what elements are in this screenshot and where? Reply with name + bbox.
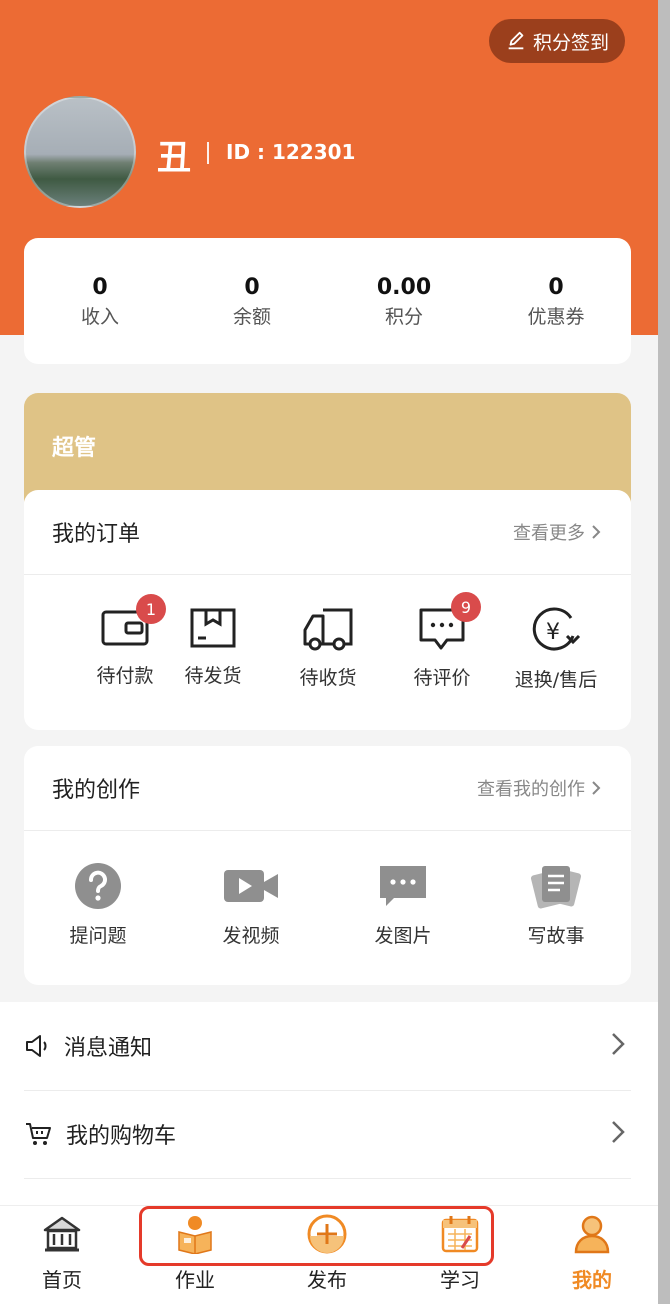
stat-value: 0 <box>92 275 108 300</box>
tab-label: 学习 <box>440 1268 480 1292</box>
tab-label: 首页 <box>42 1268 82 1292</box>
creation-title: 我的创作 <box>52 778 141 803</box>
cart-icon <box>26 1123 51 1145</box>
stat-value: 0.00 <box>376 275 432 300</box>
orders-more-label: 查看更多 <box>513 523 585 544</box>
stat-label: 优惠券 <box>527 306 585 328</box>
creation-header: 我的创作 查看我的创作 <box>24 746 631 831</box>
stat-coupons[interactable]: 0 优惠券 <box>480 274 632 332</box>
tab-label: 我的 <box>572 1268 612 1292</box>
stat-value: 0 <box>548 275 564 300</box>
speaker-icon <box>26 1035 47 1057</box>
box-icon <box>190 608 236 648</box>
order-label: 待收货 <box>299 667 357 689</box>
truck-icon <box>303 608 353 651</box>
menu-label: 我的购物车 <box>66 1124 177 1149</box>
video-icon <box>224 870 278 902</box>
orders-header: 我的订单 查看更多 <box>24 490 631 575</box>
creation-label: 提问题 <box>69 925 127 947</box>
menu-item-notifications[interactable]: 消息通知 <box>24 1002 631 1091</box>
order-pending-review[interactable]: 待评价 9 <box>387 592 497 690</box>
edit-icon <box>508 31 524 50</box>
checkin-button[interactable]: 积分签到 <box>489 19 625 63</box>
image-message-icon <box>380 866 426 906</box>
orders-title: 我的订单 <box>52 522 141 547</box>
checkin-label: 积分签到 <box>532 31 609 54</box>
role-title: 超管 <box>52 436 97 461</box>
tab-profile[interactable]: 我的 <box>537 1214 647 1293</box>
order-label: 待评价 <box>413 667 471 689</box>
question-icon <box>75 863 121 909</box>
creation-more-label: 查看我的创作 <box>477 779 585 800</box>
creation-label: 发视频 <box>222 925 280 947</box>
stat-label: 收入 <box>80 306 119 328</box>
tab-home[interactable]: 首页 <box>7 1214 117 1293</box>
notification-badge: 9 <box>451 592 481 622</box>
chevron-right-icon <box>612 1033 625 1055</box>
stat-value: 0 <box>244 275 260 300</box>
scrollbar-track[interactable] <box>658 0 670 1304</box>
post-image[interactable]: 发图片 <box>348 862 458 948</box>
story-icon <box>530 866 582 909</box>
refund-icon: ¥ <box>532 607 581 651</box>
creation-label: 写故事 <box>527 925 585 947</box>
tab-label: 作业 <box>175 1268 215 1292</box>
stats-card: 0 收入 0 余额 0.00 积分 0 优惠券 <box>24 238 631 364</box>
menu-label: 消息通知 <box>64 1036 153 1061</box>
stat-label: 积分 <box>384 306 423 328</box>
home-icon <box>43 1216 81 1252</box>
stat-income[interactable]: 0 收入 <box>24 274 176 332</box>
creation-more-link[interactable]: 查看我的创作 <box>477 775 601 801</box>
highlight-box <box>139 1206 494 1266</box>
creation-card: 我的创作 查看我的创作 提问题 发视频 发图片 写故事 <box>24 746 631 985</box>
stat-label: 余额 <box>232 306 271 328</box>
order-label: 退换/售后 <box>514 669 598 691</box>
orders-more-link[interactable]: 查看更多 <box>513 519 601 545</box>
order-refund[interactable]: ¥ 退换/售后 <box>501 606 611 692</box>
menu-item-cart[interactable]: 我的购物车 <box>24 1090 631 1179</box>
stat-points[interactable]: 0.00 积分 <box>328 274 480 332</box>
avatar[interactable] <box>24 96 136 208</box>
write-story[interactable]: 写故事 <box>501 862 611 948</box>
chevron-right-icon <box>592 525 601 539</box>
orders-card: 我的订单 查看更多 待付款 1 待发货 待收货 待评价 9 ¥ 退换/售后 <box>24 490 631 730</box>
divider <box>207 142 209 164</box>
svg-text:¥: ¥ <box>546 620 560 645</box>
profile-icon <box>574 1215 610 1254</box>
creation-label: 发图片 <box>374 925 432 947</box>
order-pending-shipment[interactable]: 待发货 <box>158 606 268 688</box>
order-pending-receipt[interactable]: 待收货 <box>273 606 383 690</box>
ask-question[interactable]: 提问题 <box>43 862 153 948</box>
order-label: 待发货 <box>184 665 242 687</box>
user-id: ID : 122301 <box>226 140 356 164</box>
post-video[interactable]: 发视频 <box>196 862 306 948</box>
chevron-right-icon <box>592 781 601 795</box>
chevron-right-icon <box>612 1121 625 1143</box>
stat-balance[interactable]: 0 余额 <box>176 274 328 332</box>
username: 丑 <box>157 138 191 178</box>
tab-label: 发布 <box>307 1268 347 1292</box>
